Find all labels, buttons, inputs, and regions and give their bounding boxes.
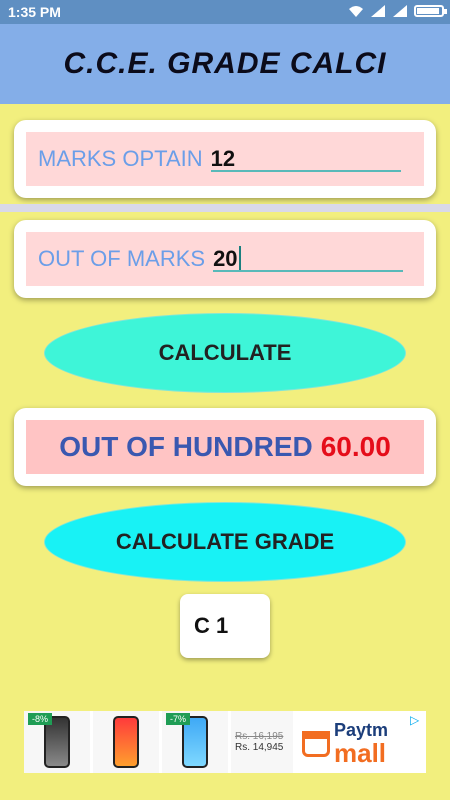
wifi-icon	[348, 4, 364, 18]
ad-old-price: Rs. 16,195	[235, 731, 284, 742]
marks-card: MARKS OPTAIN 12	[14, 120, 436, 198]
ad-brand-bottom: mall	[334, 737, 387, 768]
ad-product-1[interactable]: -8%	[24, 711, 90, 773]
marks-input[interactable]: 12	[210, 142, 401, 176]
discount-badge-2: -7%	[166, 713, 191, 725]
result-value: 60.00	[320, 431, 391, 462]
ad-choices-icon[interactable]: ▷	[410, 713, 424, 727]
out-of-row: OUT OF MARKS 20	[26, 232, 424, 286]
grade-result: C 1	[180, 594, 270, 658]
ad-new-price: Rs. 14,945	[235, 742, 284, 753]
calculate-button[interactable]: CALCULATE	[44, 313, 406, 393]
result-row: OUT OF HUNDRED 60.00	[26, 420, 424, 474]
ad-banner[interactable]: -8% -7% Rs. 16,195 Rs. 14,945 Paytm mall…	[24, 711, 426, 773]
marks-underline	[210, 170, 401, 172]
status-bar: 1:35 PM	[0, 0, 450, 24]
app-bar: C.C.E. GRADE CALCI	[0, 24, 450, 104]
ad-product-3[interactable]: -7%	[162, 711, 228, 773]
discount-badge-1: -8%	[28, 713, 53, 725]
marks-label: MARKS OPTAIN	[38, 146, 203, 171]
text-cursor	[238, 246, 241, 270]
result-card: OUT OF HUNDRED 60.00	[14, 408, 436, 486]
result-label: OUT OF HUNDRED	[59, 431, 313, 462]
phone-image-icon	[113, 716, 139, 768]
signal-icon-2	[392, 4, 408, 18]
divider	[0, 204, 450, 212]
out-of-value[interactable]: 20	[213, 246, 237, 271]
app-title: C.C.E. GRADE CALCI	[63, 47, 387, 80]
battery-icon	[414, 5, 447, 17]
shopping-bag-icon	[302, 731, 330, 757]
marks-row: MARKS OPTAIN 12	[26, 132, 424, 186]
paytm-mall-logo[interactable]: Paytm mall ▷	[296, 711, 426, 773]
out-of-card: OUT OF MARKS 20	[14, 220, 436, 298]
calculate-grade-button[interactable]: CALCULATE GRADE	[44, 502, 406, 582]
signal-icon	[370, 4, 386, 18]
marks-value[interactable]: 12	[211, 146, 235, 172]
out-of-underline	[213, 270, 404, 272]
status-time: 1:35 PM	[8, 4, 61, 20]
ad-price[interactable]: Rs. 16,195 Rs. 14,945	[231, 711, 293, 773]
status-icons	[348, 4, 447, 18]
out-of-label: OUT OF MARKS	[38, 246, 206, 271]
ad-product-2[interactable]	[93, 711, 159, 773]
out-of-input[interactable]: 20	[213, 242, 404, 276]
